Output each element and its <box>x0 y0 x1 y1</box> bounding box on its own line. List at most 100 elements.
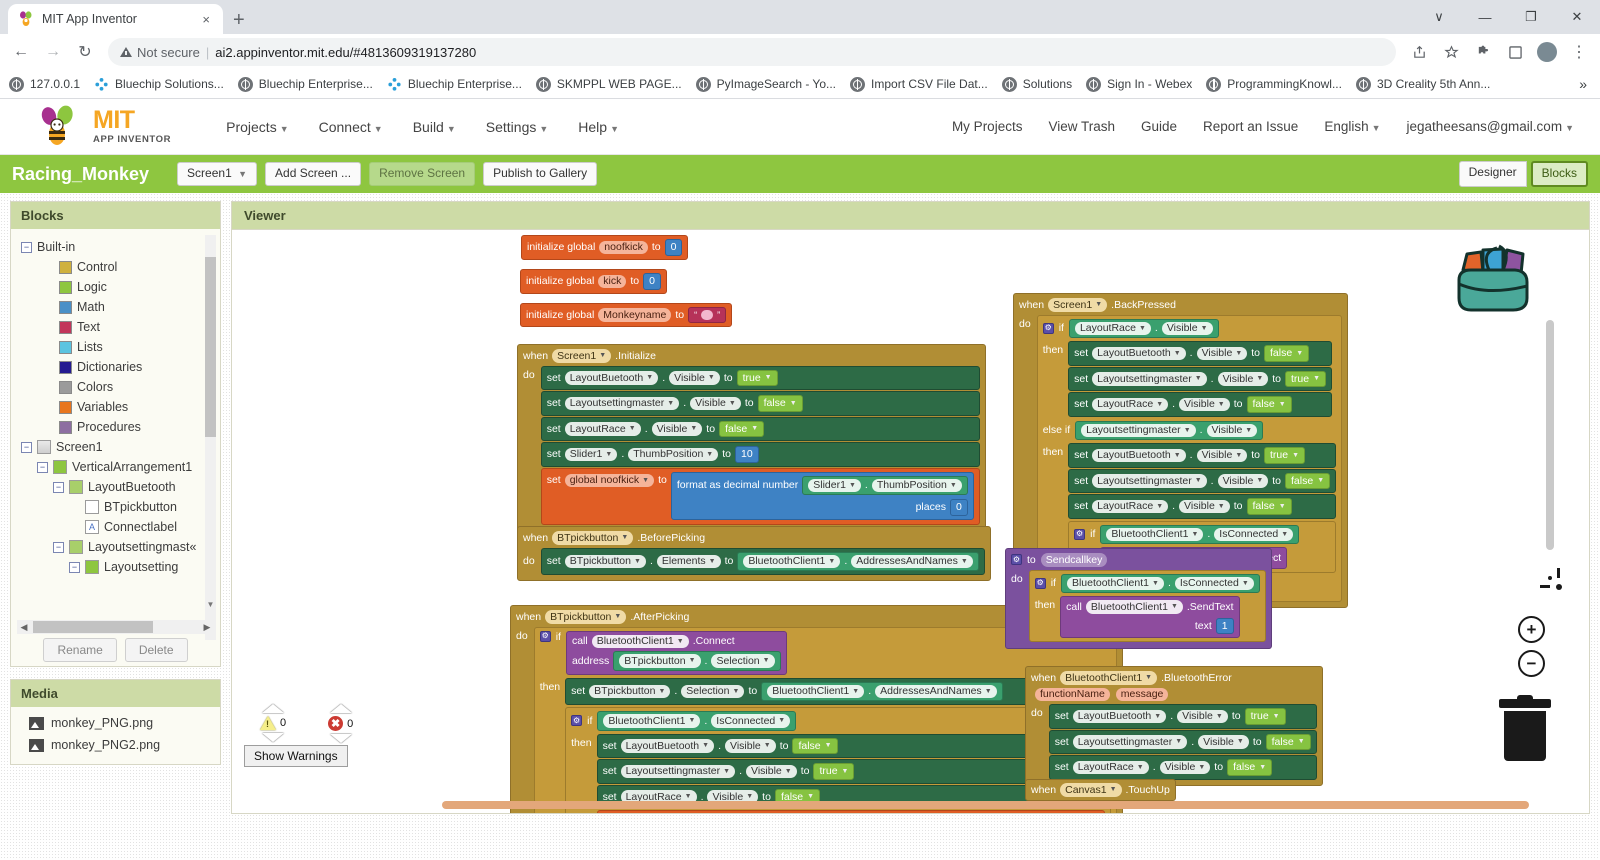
collapse-icon[interactable]: − <box>21 241 32 253</box>
caret-up-icon[interactable] <box>329 704 352 713</box>
block-when-btpickbutton-beforepicking[interactable]: when BTpickbutton ▼ .BeforePicking do set… <box>517 526 991 581</box>
component-dropdown[interactable]: BluetoothClient1▼ <box>1066 576 1164 590</box>
caret-down-icon[interactable] <box>329 734 352 743</box>
block-set-property[interactable]: set Layoutsettingmaster ▼ . Visible ▼ to t… <box>1068 366 1333 391</box>
component-dropdown[interactable]: Layoutsettingmaster ▼ <box>1081 423 1196 437</box>
tree-node-btpickbutton[interactable]: BTpickbutton <box>21 497 220 517</box>
boolean-block[interactable]: false ▼ <box>792 737 838 754</box>
show-warnings-button[interactable]: Show Warnings <box>244 745 348 767</box>
number-value[interactable]: 0 <box>949 499 968 516</box>
palette-item-lists[interactable]: Lists <box>59 337 220 357</box>
block-procedure-sendcallkey[interactable]: ⚙ to Sendcallkey do ⚙ if BluetoothClient… <box>1005 548 1272 649</box>
boolean-block[interactable]: false ▼ <box>1265 733 1311 750</box>
property-dropdown[interactable]: IsConnected ▼ <box>1214 527 1294 541</box>
bookmark-item[interactable]: Bluechip Enterprise... <box>387 77 522 92</box>
bookmark-item[interactable]: Import CSV File Dat... <box>850 76 988 92</box>
tree-scroll-down[interactable]: ▼ <box>205 599 216 610</box>
scroll-right-icon[interactable]: ▶ <box>200 622 214 633</box>
designer-button[interactable]: Designer <box>1458 161 1527 187</box>
bookmark-item[interactable]: PyImageSearch - Yo... <box>695 76 836 92</box>
empty-text-block[interactable]: “ ” <box>688 307 727 323</box>
property-dropdown[interactable]: Visible ▼ <box>1217 474 1269 488</box>
bookmark-item[interactable]: Solutions <box>1001 76 1072 92</box>
tree-node-verticalarrangement1[interactable]: − VerticalArrangement1 <box>21 457 220 477</box>
component-dropdown[interactable]: LayoutRace ▼ <box>1092 397 1169 411</box>
warning-counter[interactable]: 0 <box>260 704 286 743</box>
mutator-gear-icon[interactable]: ⚙ <box>539 630 551 642</box>
block-set-property[interactable]: set LayoutRace ▼ . Visible ▼ to false ▼ <box>1048 755 1317 780</box>
tree-node-layoutbuetooth[interactable]: − LayoutBuetooth <box>21 477 220 497</box>
property-dropdown[interactable]: Visible ▼ <box>1177 709 1228 723</box>
variable-name[interactable]: kick <box>598 274 627 288</box>
link-report-an-issue[interactable]: Report an Issue <box>1203 119 1298 134</box>
collapse-icon[interactable]: − <box>53 481 64 493</box>
component-dropdown[interactable]: BluetoothClient1▼ <box>591 634 689 648</box>
language-selector[interactable]: English ▼ <box>1324 119 1380 134</box>
not-secure-indicator[interactable]: Not secure <box>120 45 200 60</box>
property-dropdown[interactable]: AddressesAndNames ▼ <box>851 554 973 568</box>
block-set-global-noofkick[interactable]: set global noofkick ▼ to format as decima… <box>540 467 980 525</box>
component-dropdown[interactable]: BluetoothClient1▼ <box>743 554 841 568</box>
property-dropdown[interactable]: Selection ▼ <box>681 684 745 698</box>
property-dropdown[interactable]: IsConnected ▼ <box>1174 576 1254 590</box>
bookmark-item[interactable]: 3D Creality 5th Ann... <box>1355 76 1490 92</box>
component-dropdown[interactable]: Layoutsettingmaster ▼ <box>1072 735 1188 749</box>
variable-dropdown[interactable]: global noofkick▼ <box>564 473 655 487</box>
component-dropdown[interactable]: Layoutsettingmaster ▼ <box>1092 372 1207 386</box>
link-guide[interactable]: Guide <box>1141 119 1177 134</box>
delete-button[interactable]: Delete <box>124 638 188 662</box>
block-call-sendtext[interactable]: call BluetoothClient1 ▼ .SendText text 1 <box>1060 596 1240 638</box>
block-when-bluetoothclient1-bluetootherror[interactable]: when BluetoothClient1 ▼ .BluetoothError f… <box>1025 666 1323 786</box>
property-dropdown[interactable]: Visible ▼ <box>725 739 776 753</box>
minimize-button[interactable]: — <box>1462 0 1508 34</box>
menu-settings[interactable]: Settings ▼ <box>486 119 549 135</box>
boolean-block[interactable]: false ▼ <box>757 395 803 412</box>
close-icon[interactable]: × <box>199 12 213 27</box>
property-dropdown[interactable]: Selection ▼ <box>711 654 775 668</box>
block-set-property[interactable]: set LayoutRace ▼ . Visible ▼ to false ▼ <box>1068 494 1337 519</box>
back-icon[interactable]: ← <box>6 37 36 67</box>
boolean-block[interactable]: true ▼ <box>1264 447 1306 464</box>
property-dropdown[interactable]: Visible ▼ <box>1159 760 1211 774</box>
property-dropdown[interactable]: Visible ▼ <box>690 396 741 410</box>
component-dropdown[interactable]: BTpickbutton ▼ <box>552 531 634 545</box>
block-layoutsettingmaster-visible[interactable]: Layoutsettingmaster ▼ . Visible ▼ <box>1075 420 1264 440</box>
publish-to-gallery-button[interactable]: Publish to Gallery <box>483 162 598 186</box>
chrome-menu-icon[interactable]: ⋮ <box>1564 37 1594 67</box>
menu-help[interactable]: Help ▼ <box>578 119 619 135</box>
mutator-gear-icon[interactable]: ⚙ <box>1034 577 1046 589</box>
component-dropdown[interactable]: LayoutRace ▼ <box>1072 760 1149 774</box>
block-initialize-global-kick[interactable]: initialize global kick to 0 <box>520 269 667 294</box>
component-dropdown[interactable]: LayoutRace ▼ <box>1074 321 1151 335</box>
collapse-icon[interactable]: − <box>69 561 80 573</box>
scrollbar-thumb[interactable] <box>33 621 153 633</box>
tree-horizontal-scrollbar[interactable]: ◀ ▶ <box>17 620 214 634</box>
workspace-vertical-scrollbar[interactable] <box>1546 320 1554 550</box>
caret-down-icon[interactable] <box>262 733 285 742</box>
address-bar[interactable]: Not secure | ai2.appinventor.mit.edu/#48… <box>108 38 1396 66</box>
component-dropdown[interactable]: LayoutBuetooth ▼ <box>1072 709 1167 723</box>
property-dropdown[interactable]: Elements ▼ <box>656 554 721 568</box>
component-dropdown[interactable]: LayoutBuetooth ▼ <box>564 371 659 385</box>
block-set-property[interactable]: set Slider1 ▼ . ThumbPosition ▼ to 10 <box>540 442 980 467</box>
user-account-menu[interactable]: jegatheesans@gmail.com ▼ <box>1407 119 1574 134</box>
component-dropdown[interactable]: BluetoothClient1▼ <box>1106 527 1204 541</box>
bookmark-item[interactable]: SKMPPL WEB PAGE... <box>535 76 682 92</box>
component-dropdown[interactable]: LayoutBuetooth ▼ <box>1092 346 1186 360</box>
boolean-block[interactable]: true ▼ <box>736 369 778 386</box>
property-dropdown[interactable]: Visible ▼ <box>1198 735 1249 749</box>
menu-build[interactable]: Build ▼ <box>413 119 456 135</box>
boolean-block[interactable]: false ▼ <box>1246 498 1292 515</box>
side-panel-icon[interactable] <box>1500 37 1530 67</box>
bookmark-item[interactable]: Bluechip Solutions... <box>94 77 224 92</box>
media-file-item[interactable]: monkey_PNG2.png <box>11 734 220 756</box>
add-screen-button[interactable]: Add Screen ... <box>265 162 362 186</box>
boolean-block[interactable]: true ▼ <box>1244 708 1286 725</box>
component-dropdown[interactable]: Slider1 ▼ <box>808 478 861 492</box>
maximize-button[interactable]: ❐ <box>1508 0 1554 34</box>
palette-item-colors[interactable]: Colors <box>59 377 220 397</box>
property-dropdown[interactable]: IsConnected ▼ <box>711 714 791 728</box>
palette-item-variables[interactable]: Variables <box>59 397 220 417</box>
trash-icon[interactable] <box>1499 695 1551 761</box>
boolean-block[interactable]: false ▼ <box>719 420 765 437</box>
